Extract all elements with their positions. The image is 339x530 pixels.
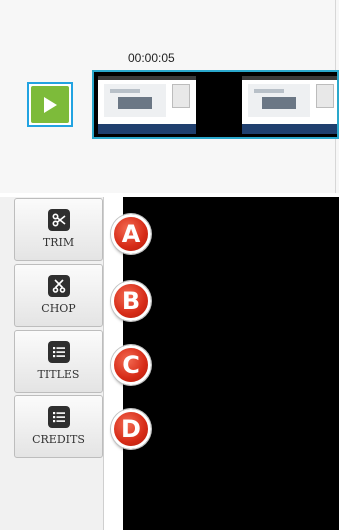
scissors-icon xyxy=(47,209,70,231)
play-button[interactable] xyxy=(27,82,73,127)
video-preview[interactable] xyxy=(123,197,339,530)
chop-icon xyxy=(47,275,70,297)
credits-button[interactable]: CREDITS xyxy=(14,395,103,458)
titles-label: TITLES xyxy=(37,368,80,381)
timecode: 00:00:05 xyxy=(128,51,175,65)
credits-label: CREDITS xyxy=(32,433,85,446)
callout-badge-b: B xyxy=(111,281,151,321)
callout-badge-a: A xyxy=(111,214,151,254)
list-icon xyxy=(47,406,70,428)
chop-button[interactable]: CHOP xyxy=(14,264,103,327)
callout-badge-d: D xyxy=(111,409,151,449)
callout-badge-c: C xyxy=(111,345,151,385)
trim-label: TRIM xyxy=(42,236,75,249)
video-filmstrip[interactable] xyxy=(92,70,339,139)
filmstrip-frame xyxy=(242,76,337,134)
filmstrip-frame xyxy=(98,76,196,134)
titles-button[interactable]: TITLES xyxy=(14,330,103,393)
play-button-face[interactable] xyxy=(31,86,69,123)
trim-button[interactable]: TRIM xyxy=(14,198,103,261)
chop-label: CHOP xyxy=(41,302,76,315)
play-icon xyxy=(44,96,57,113)
list-icon xyxy=(47,341,70,363)
